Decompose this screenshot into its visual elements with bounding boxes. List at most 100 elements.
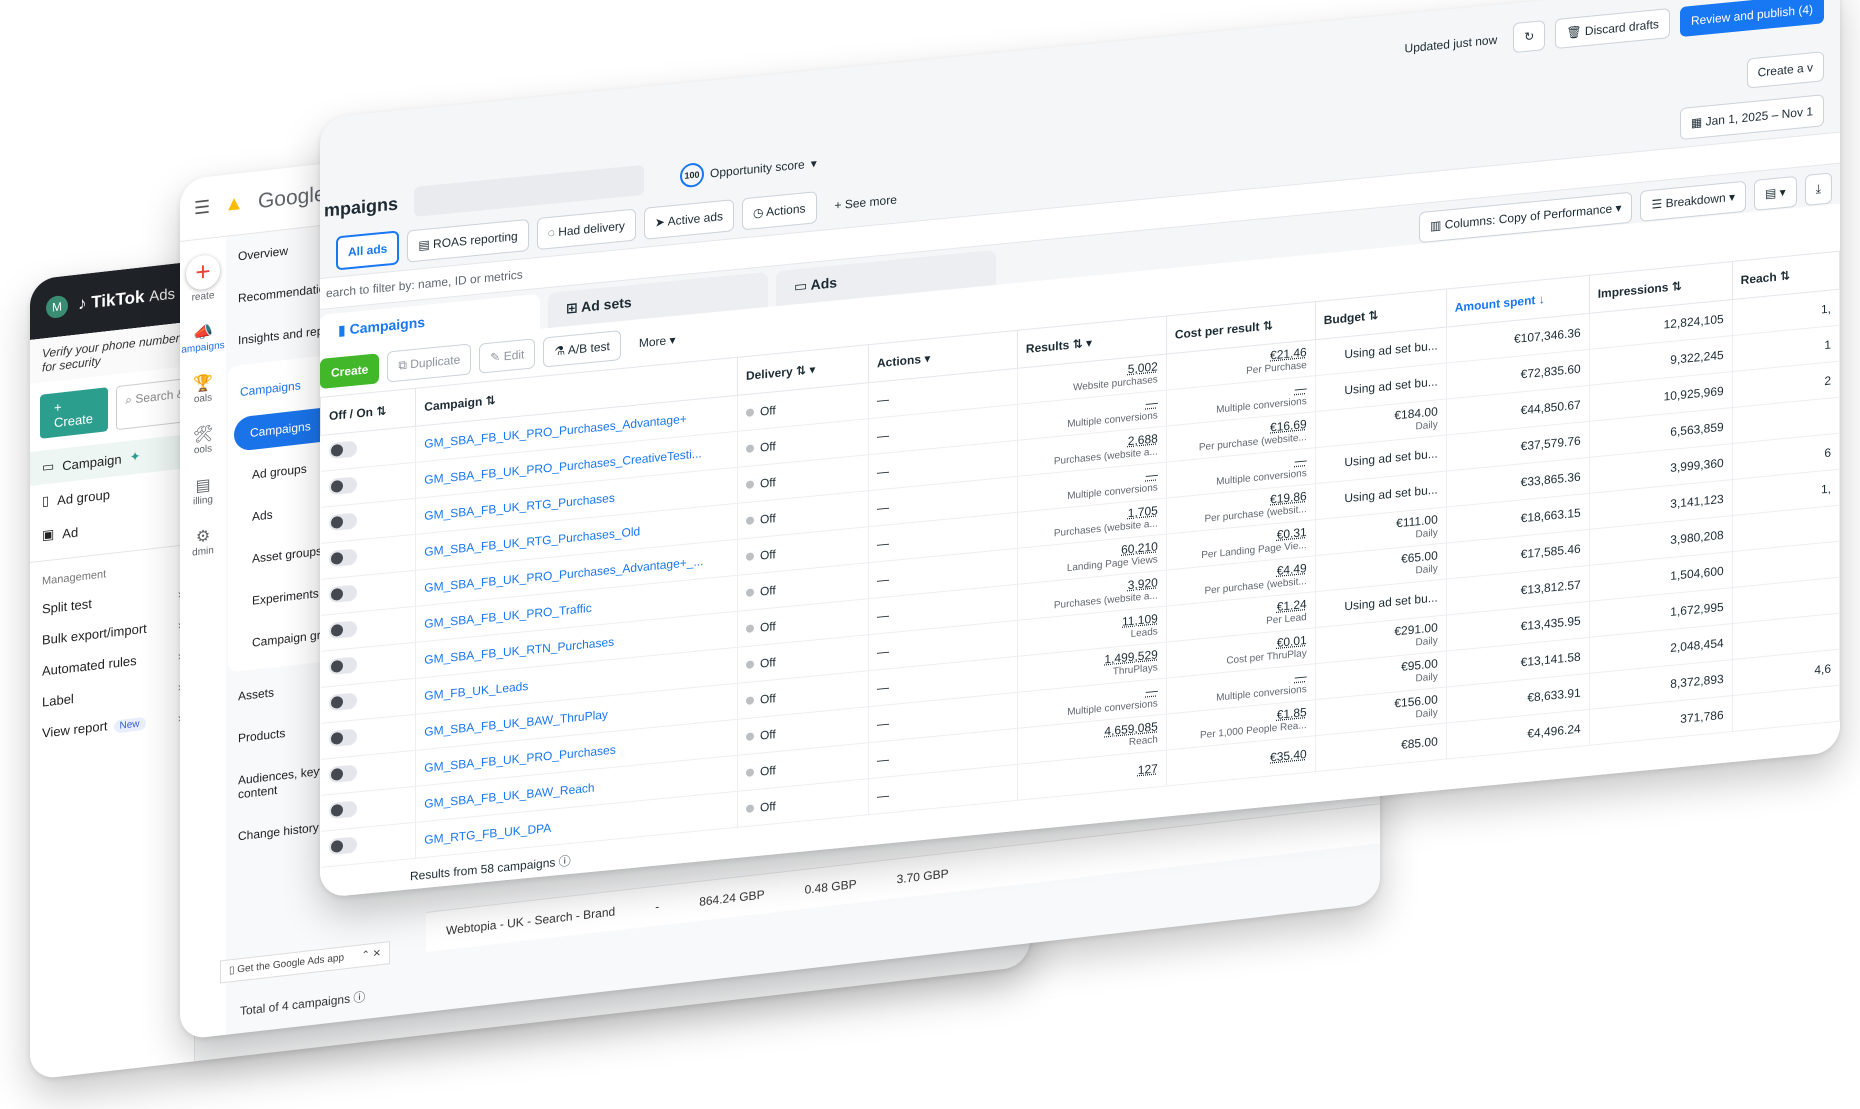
status-dot-icon (745, 623, 754, 633)
on-off-toggle[interactable] (328, 728, 357, 748)
tiktok-sidebar: Verify your phone number for security + … (30, 321, 195, 1080)
see-more-button[interactable]: + See more (825, 183, 907, 221)
campaign-link[interactable]: GM_RTG_FB_UK_DPA (424, 820, 551, 846)
help-icon[interactable]: ⓘ (353, 990, 365, 1005)
status-dot-icon (745, 443, 754, 453)
edit-button[interactable]: ✎ Edit (479, 337, 536, 374)
plus-icon: + (186, 253, 220, 292)
status-dot-icon (745, 731, 754, 741)
menu-icon[interactable]: ☰ (194, 197, 210, 220)
ad-icon: ▭ (794, 276, 811, 295)
status-dot-icon (745, 551, 754, 561)
download-icon: ⤓ (1815, 180, 1821, 196)
ad-icon: ▣ (42, 526, 55, 543)
chip-active-ads[interactable]: ➤ Active ads (643, 199, 734, 240)
folder-icon: ▭ (42, 458, 55, 475)
on-off-toggle[interactable] (328, 584, 357, 604)
create-button[interactable]: Create (320, 352, 380, 389)
reports-button[interactable]: ▤ ▾ (1753, 175, 1797, 211)
chip-roas-reporting[interactable]: ▤ ROAS reporting (407, 218, 529, 263)
pencil-icon: ✎ (490, 348, 504, 365)
duplicate-icon: ⧉ (398, 357, 411, 373)
status-dot-icon (745, 479, 754, 489)
more-button[interactable]: More ▾ (628, 324, 686, 358)
rail-tools[interactable]: 🛠 ools (180, 412, 226, 468)
campaign-link[interactable]: GM_SBA_FB_UK_BAW_Reach (424, 780, 594, 810)
chip-actions[interactable]: ◷ Actions (742, 191, 817, 231)
rail-admin[interactable]: ⚙ dmin (180, 514, 226, 570)
campaign-link[interactable]: GM_SBA_FB_UK_PRO_Traffic (424, 600, 591, 630)
chip-had-delivery[interactable]: ◌ Had delivery (536, 208, 636, 251)
on-off-toggle[interactable] (328, 800, 357, 820)
search-icon: ⌕ (125, 391, 136, 408)
grid-icon: ⊞ (566, 298, 582, 317)
on-off-toggle[interactable] (328, 476, 357, 496)
breakdown-icon: ☰ (1651, 195, 1666, 212)
google-rail: + reate 📣 ampaigns 🏆 oals 🛠 ools ▤ illing ⚙ dm… (180, 236, 226, 1040)
review-publish-button[interactable]: Review and publish (4) (1679, 0, 1824, 38)
status-dot-icon (745, 515, 754, 525)
date-range-picker[interactable]: ▦ Jan 1, 2025 – Nov 1 (1679, 94, 1824, 141)
create-button[interactable]: + Create (40, 387, 109, 439)
caret-down-icon: ▾ (810, 156, 817, 171)
rail-billing[interactable]: ▤ illing (180, 463, 226, 519)
send-icon: ➤ (654, 214, 668, 230)
close-icon[interactable]: ⌃ ✕ (361, 948, 381, 961)
on-off-toggle[interactable] (328, 512, 357, 532)
score-ring-icon: 100 (680, 162, 705, 189)
google-ads-logo-icon: ▲ (224, 191, 244, 216)
calendar-icon: ▦ (1690, 114, 1706, 130)
refresh-button[interactable]: ↻ (1513, 20, 1546, 54)
on-off-toggle[interactable] (328, 764, 357, 784)
campaign-link[interactable]: GM_FB_UK_Leads (424, 678, 528, 702)
rail-campaigns[interactable]: 📣 ampaigns (180, 310, 226, 366)
on-off-toggle[interactable] (328, 440, 357, 460)
cpa-cell: 3.70 GBP (896, 865, 949, 886)
trophy-icon: 🏆 (193, 374, 213, 394)
cost-cell: 864.24 GBP (699, 886, 765, 909)
status-dot-icon (745, 659, 754, 669)
columns-icon: ▥ (1430, 217, 1445, 233)
dash-cell: - (655, 898, 660, 914)
report-icon: ▤ (418, 237, 434, 253)
page-title: mpaigns (324, 192, 399, 221)
status-dot-icon (745, 803, 754, 813)
tools-icon: 🛠 (192, 425, 214, 445)
gear-icon: ⚙ (195, 527, 211, 547)
chip-all-ads[interactable]: All ads (336, 230, 400, 271)
status-dot-icon (745, 695, 754, 705)
on-off-toggle[interactable] (328, 692, 357, 712)
duplicate-button[interactable]: ⧉ Duplicate (387, 343, 472, 383)
on-off-toggle[interactable] (328, 620, 357, 640)
reports-icon: ▤ ▾ (1764, 184, 1786, 201)
on-off-toggle[interactable] (328, 836, 357, 856)
flask-icon: ⚗ (554, 342, 568, 358)
adgroup-icon: ▯ (42, 492, 50, 509)
status-dot-icon (745, 587, 754, 597)
on-off-toggle[interactable] (328, 656, 357, 676)
sparkle-icon: ✦ (129, 448, 141, 465)
status-dot-icon (745, 767, 754, 777)
refresh-icon: ↻ (1524, 29, 1535, 45)
avatar[interactable]: M (46, 294, 68, 320)
status-dot-icon (745, 407, 754, 417)
discard-drafts-button[interactable]: 🗑 Discard drafts (1555, 8, 1670, 50)
campaign-icon: ▮ (338, 321, 350, 339)
new-badge: New (113, 716, 146, 734)
opportunity-score[interactable]: 100 Opportunity score ▾ (680, 151, 817, 189)
rail-create[interactable]: + reate (180, 237, 226, 315)
ab-test-button[interactable]: ⚗ A/B test (543, 329, 621, 367)
delivery-icon: ◌ (547, 225, 559, 241)
actions-icon: ◷ (753, 205, 767, 221)
updated-status: Updated just now (1404, 32, 1498, 56)
cpc-cell: 0.48 GBP (804, 876, 857, 897)
trash-icon: 🗑 (1566, 24, 1585, 40)
billing-icon: ▤ (195, 476, 211, 496)
campaign-name-cell[interactable]: Webtopia - UK - Search - Brand (446, 904, 615, 937)
meta-ads-window: Updated just now ↻ 🗑 Discard drafts Revi… (320, 0, 1840, 899)
create-view-button[interactable]: Create a v (1746, 51, 1824, 89)
on-off-toggle[interactable] (328, 548, 357, 568)
search-input[interactable]: ⌕ Search & (116, 378, 184, 431)
rail-goals[interactable]: 🏆 oals (180, 361, 226, 417)
export-button[interactable]: ⤓ (1804, 171, 1832, 206)
